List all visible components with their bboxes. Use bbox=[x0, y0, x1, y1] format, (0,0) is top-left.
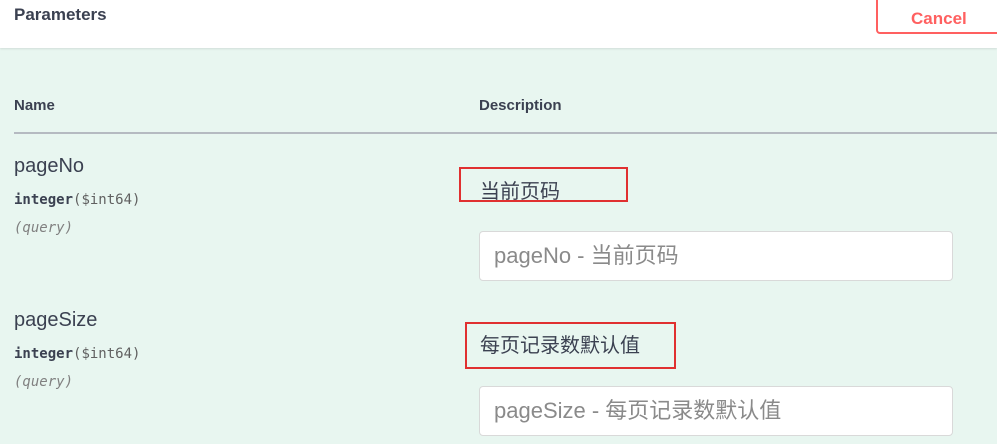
param-description-text: 当前页码 bbox=[480, 181, 560, 203]
param-location: (query) bbox=[14, 374, 74, 390]
param-location: (query) bbox=[14, 220, 74, 236]
param-type-format: ($int64) bbox=[73, 192, 141, 208]
column-header-name: Name bbox=[14, 97, 55, 114]
cancel-button[interactable]: Cancel bbox=[876, 0, 997, 34]
param-type-format: ($int64) bbox=[73, 346, 141, 362]
parameters-header: Parameters Cancel bbox=[0, 0, 997, 48]
param-description-text: 每页记录数默认值 bbox=[480, 335, 640, 357]
param-name: pageSize bbox=[14, 309, 98, 331]
param-description: 当前页码 bbox=[459, 167, 628, 203]
param-type: integer($int64) bbox=[14, 192, 140, 208]
pageno-input[interactable] bbox=[479, 231, 953, 281]
header-divider bbox=[14, 132, 997, 134]
param-type: integer($int64) bbox=[14, 346, 140, 362]
column-header-description: Description bbox=[479, 97, 562, 114]
pagesize-input[interactable] bbox=[479, 386, 953, 436]
parameters-title: Parameters bbox=[14, 5, 107, 24]
param-description: 每页记录数默认值 bbox=[465, 322, 676, 369]
param-type-name: integer bbox=[14, 346, 74, 362]
page: Parameters Cancel Name Description pageN… bbox=[0, 0, 997, 444]
param-name: pageNo bbox=[14, 155, 85, 177]
param-type-name: integer bbox=[14, 192, 74, 208]
